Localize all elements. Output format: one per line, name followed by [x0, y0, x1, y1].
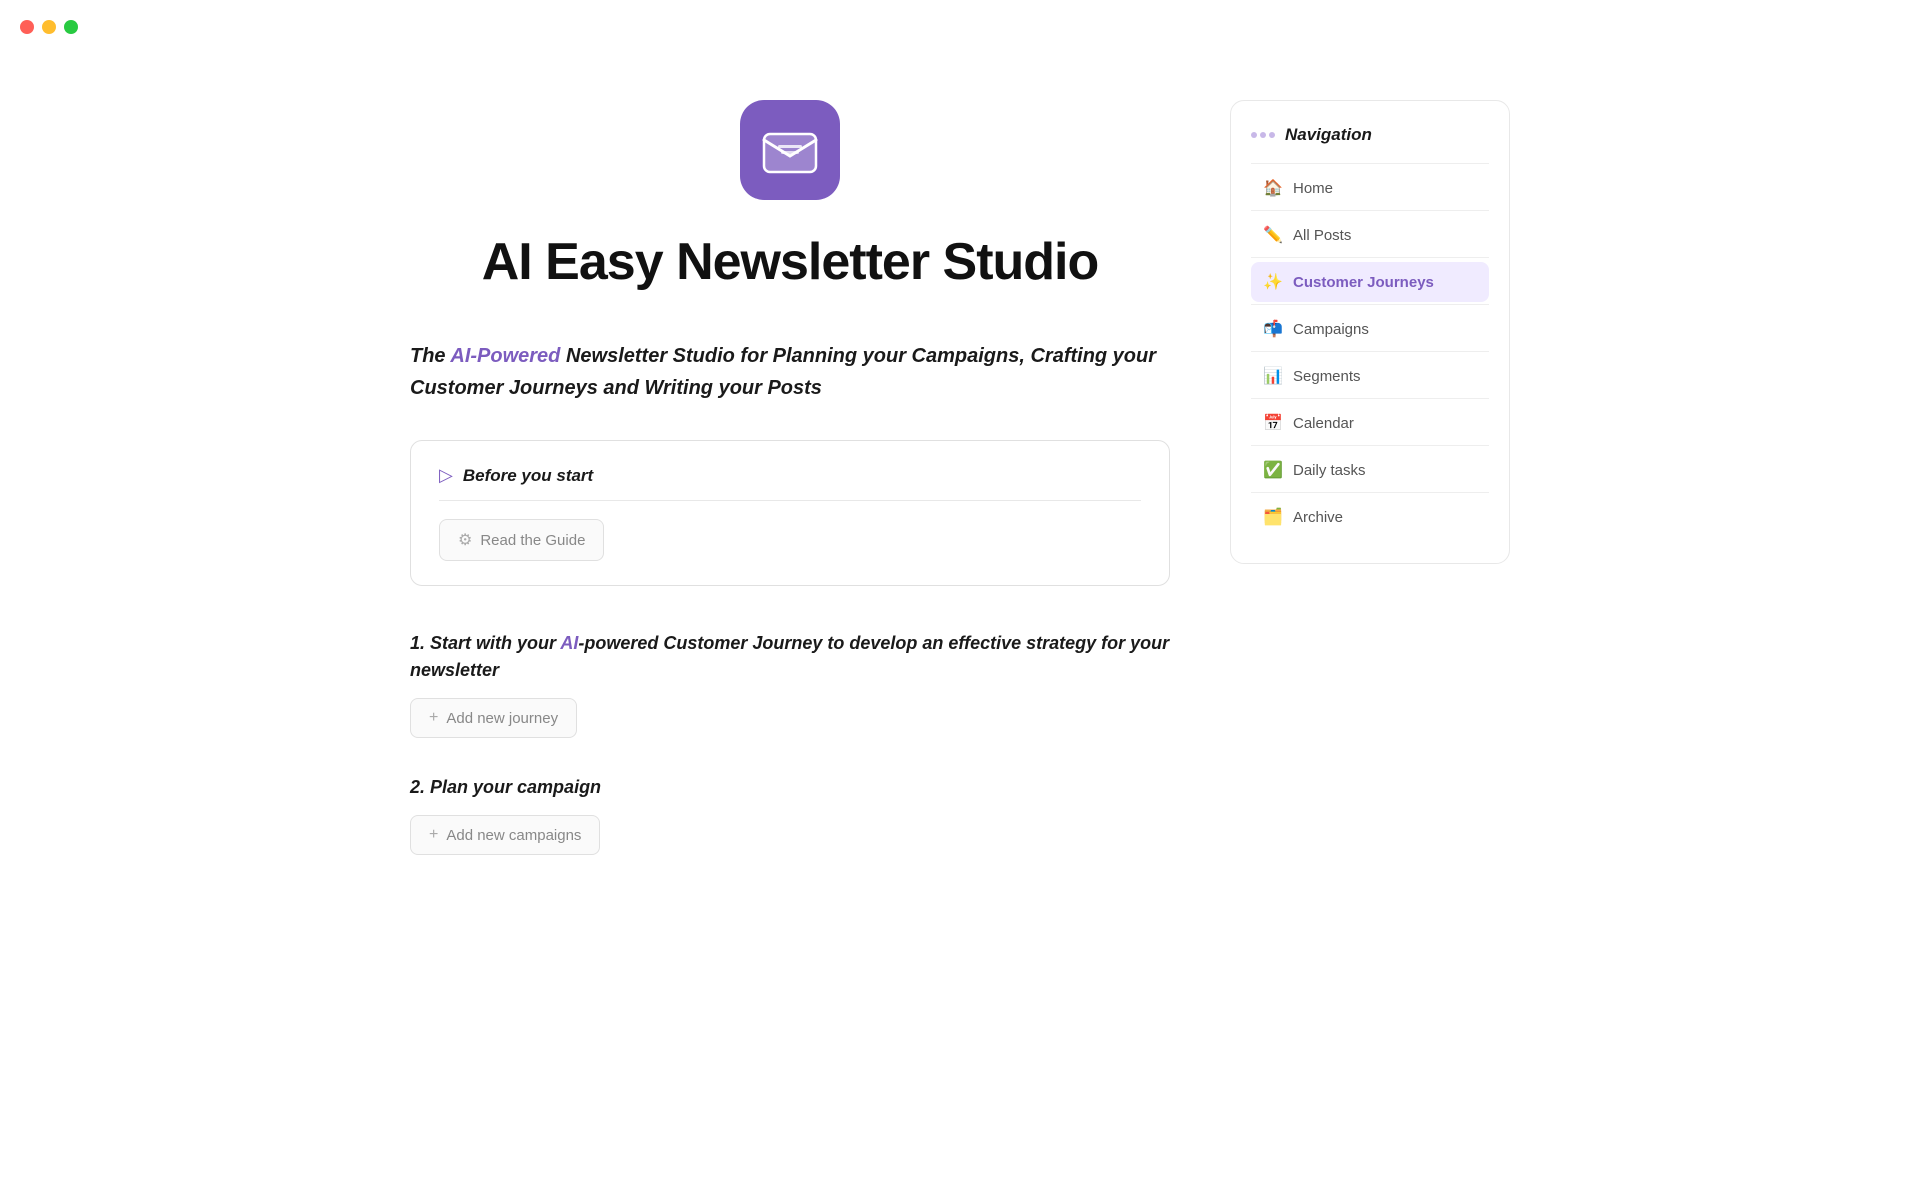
add-campaigns-label: Add new campaigns [446, 827, 581, 844]
plus-icon-campaigns: + [429, 826, 438, 844]
sidebar-item-daily-tasks[interactable]: ✅ Daily tasks [1251, 450, 1489, 490]
section-campaigns: 2. Plan your campaign + Add new campaign… [410, 774, 1170, 855]
section-2-title: 2. Plan your campaign [410, 774, 1170, 801]
section-customer-journeys: 1. Start with your AI-powered Customer J… [410, 630, 1170, 738]
tagline: The AI-Powered Newsletter Studio for Pla… [410, 340, 1170, 404]
nav-divider-2 [1251, 257, 1489, 258]
read-guide-label: Read the Guide [480, 532, 585, 549]
all-posts-icon: ✏️ [1263, 225, 1283, 245]
main-content: AI Easy Newsletter Studio The AI-Powered… [410, 100, 1230, 891]
sidebar-item-campaigns[interactable]: 📬 Campaigns [1251, 309, 1489, 349]
before-start-card: ▷ Before you start ⚙ Read the Guide [410, 440, 1170, 586]
sidebar-item-archive[interactable]: 🗂️ Archive [1251, 497, 1489, 537]
sidebar-item-calendar-label: Calendar [1293, 415, 1354, 432]
gear-icon: ⚙ [458, 530, 472, 550]
sidebar-item-customer-journeys-label: Customer Journeys [1293, 274, 1434, 291]
app-title: AI Easy Newsletter Studio [482, 232, 1099, 292]
add-journey-label: Add new journey [446, 710, 558, 727]
nav-divider-3 [1251, 304, 1489, 305]
sidebar-item-all-posts-label: All Posts [1293, 227, 1351, 244]
traffic-light-yellow[interactable] [42, 20, 56, 34]
traffic-light-green[interactable] [64, 20, 78, 34]
nav-divider-6 [1251, 445, 1489, 446]
sidebar-item-customer-journeys[interactable]: ✨ Customer Journeys [1251, 262, 1489, 302]
flag-icon: ▷ [439, 465, 453, 486]
before-start-label: Before you start [463, 466, 593, 486]
customer-journeys-icon: ✨ [1263, 272, 1283, 292]
plus-icon-journey: + [429, 709, 438, 727]
sidebar-item-home-label: Home [1293, 180, 1333, 197]
add-new-journey-button[interactable]: + Add new journey [410, 698, 577, 738]
nav-header: Navigation [1251, 125, 1489, 145]
nav-title: Navigation [1285, 125, 1372, 145]
sidebar-item-archive-label: Archive [1293, 509, 1343, 526]
sidebar-item-calendar[interactable]: 📅 Calendar [1251, 403, 1489, 443]
segments-icon: 📊 [1263, 366, 1283, 386]
nav-divider-top [1251, 163, 1489, 164]
tagline-highlight: AI-Powered [450, 345, 560, 367]
section-1-title-highlight: AI [560, 633, 578, 653]
app-icon [740, 100, 840, 200]
sidebar-item-daily-tasks-label: Daily tasks [1293, 462, 1366, 479]
tagline-part1: The [410, 345, 450, 367]
traffic-light-red[interactable] [20, 20, 34, 34]
traffic-lights [20, 20, 78, 34]
sidebar-item-campaigns-label: Campaigns [1293, 321, 1369, 338]
sidebar-item-home[interactable]: 🏠 Home [1251, 168, 1489, 208]
section-2-title-part1: 2. Plan your campaign [410, 777, 601, 797]
page-wrapper: AI Easy Newsletter Studio The AI-Powered… [0, 0, 1920, 891]
read-guide-button[interactable]: ⚙ Read the Guide [439, 519, 604, 561]
sidebar-item-segments[interactable]: 📊 Segments [1251, 356, 1489, 396]
calendar-icon: 📅 [1263, 413, 1283, 433]
section-1-title: 1. Start with your AI-powered Customer J… [410, 630, 1170, 684]
nav-dots [1251, 132, 1275, 138]
sidebar-item-segments-label: Segments [1293, 368, 1361, 385]
section-1-title-part1: 1. Start with your [410, 633, 560, 653]
nav-divider-1 [1251, 210, 1489, 211]
add-new-campaigns-button[interactable]: + Add new campaigns [410, 815, 600, 855]
nav-dot-2 [1260, 132, 1266, 138]
campaigns-icon: 📬 [1263, 319, 1283, 339]
archive-icon: 🗂️ [1263, 507, 1283, 527]
before-start-header: ▷ Before you start [439, 465, 1141, 501]
nav-divider-7 [1251, 492, 1489, 493]
nav-dot-1 [1251, 132, 1257, 138]
nav-sidebar: Navigation 🏠 Home ✏️ All Posts ✨ Custome… [1230, 100, 1510, 564]
daily-tasks-icon: ✅ [1263, 460, 1283, 480]
nav-dot-3 [1269, 132, 1275, 138]
nav-divider-4 [1251, 351, 1489, 352]
nav-divider-5 [1251, 398, 1489, 399]
sidebar-item-all-posts[interactable]: ✏️ All Posts [1251, 215, 1489, 255]
home-icon: 🏠 [1263, 178, 1283, 198]
